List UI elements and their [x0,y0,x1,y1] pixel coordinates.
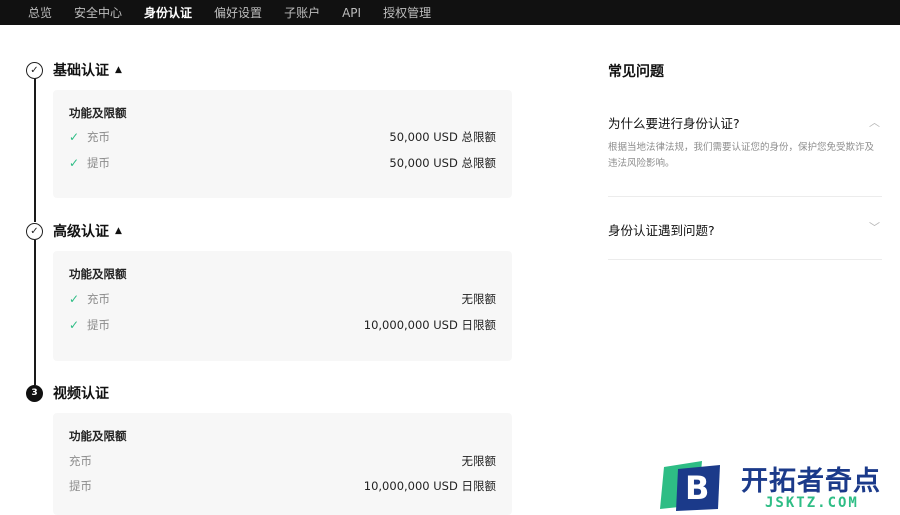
limit-value: 无限额 [461,454,497,468]
card-title: 功能及限额 [69,106,127,120]
nav-item-identity[interactable]: 身份认证 [144,4,192,21]
logo-brand-text: 开拓者奇点 [741,466,881,497]
limits-card: 功能及限额 充币 无限额 提币 10,000,000 USD 日限额 [53,413,512,515]
chevron-down-icon[interactable]: ﹀ [869,219,880,235]
limit-label: 充币 [87,292,110,306]
limit-row-withdraw: 提币 10,000,000 USD 日限额 [69,478,496,494]
step-title: 视频认证 [53,386,109,402]
limit-row-withdraw: ✓ 提币 50,000 USD 总限额 [69,155,496,171]
faq-item-why-verify[interactable]: 为什么要进行身份认证? ︿ 根据当地法律法规，我们需要认证您的身份，保护您免受欺… [608,100,882,197]
logo-mark-letter: B [685,469,709,507]
step-video-header: 3 视频认证 [26,383,109,403]
step-basic-header: ✓ 基础认证 ▲ [26,60,122,80]
faq-answer-line: 违法风险影响。 [608,158,675,169]
limit-label: 充币 [87,130,110,144]
nav-item-preferences[interactable]: 偏好设置 [214,4,262,21]
faq-question[interactable]: 为什么要进行身份认证? [608,113,740,132]
logo-mark-icon: B [660,461,720,511]
top-nav: 总览 安全中心 身份认证 偏好设置 子账户 API 授权管理 [0,0,900,25]
limits-card: 功能及限额 ✓ 充币 50,000 USD 总限额 ✓ 提币 50,000 US… [53,90,512,198]
limit-value: 50,000 USD 总限额 [389,130,496,144]
limit-row-deposit: ✓ 充币 无限额 [69,291,496,307]
limit-label: 充币 [69,454,92,468]
step-title: 基础认证 [53,63,109,79]
check-icon: ✓ [69,156,80,170]
timeline-line [34,78,36,222]
step-complete-icon: ✓ [26,222,43,240]
faq-answer-line: 根据当地法律法规，我们需要认证您的身份，保护您免受欺诈及 [608,142,875,153]
caret-up-icon[interactable]: ▲ [115,65,122,75]
step-advanced-header: ✓ 高级认证 ▲ [26,221,122,241]
limit-label: 提币 [87,318,110,332]
check-icon: ✓ [69,292,80,306]
card-title: 功能及限额 [69,429,127,443]
timeline-line [34,240,36,385]
limit-value: 10,000,000 USD 日限额 [363,479,496,493]
nav-item-overview[interactable]: 总览 [28,4,52,21]
step-complete-icon: ✓ [26,61,43,79]
check-icon: ✓ [69,130,80,144]
logo-domain-text: JSKTZ.COM [765,495,859,511]
limit-row-withdraw: ✓ 提币 10,000,000 USD 日限额 [69,317,496,333]
limit-row-deposit: 充币 无限额 [69,453,496,469]
limit-value: 10,000,000 USD 日限额 [363,318,496,332]
limits-card: 功能及限额 ✓ 充币 无限额 ✓ 提币 10,000,000 USD 日限额 [53,251,512,361]
caret-up-icon[interactable]: ▲ [115,226,122,236]
limit-row-deposit: ✓ 充币 50,000 USD 总限额 [69,129,496,145]
card-title: 功能及限额 [69,267,127,281]
nav-item-api[interactable]: API [342,6,361,20]
chevron-up-icon[interactable]: ︿ [869,114,880,130]
check-icon: ✓ [69,318,80,332]
watermark-logo: B 开拓者奇点 JSKTZ.COM [655,455,895,515]
faq-answer: 根据当地法律法规，我们需要认证您的身份，保护您免受欺诈及 违法风险影响。 [608,140,882,172]
faq-item-problems[interactable]: 身份认证遇到问题? ﹀ [608,197,882,260]
nav-item-security[interactable]: 安全中心 [74,4,122,21]
faq-heading: 常见问题 [608,64,664,80]
nav-item-authorization[interactable]: 授权管理 [383,4,431,21]
nav-item-subaccount[interactable]: 子账户 [284,4,320,21]
step-title: 高级认证 [53,224,109,240]
limit-value: 50,000 USD 总限额 [389,156,496,170]
limit-label: 提币 [69,479,92,493]
faq-question[interactable]: 身份认证遇到问题? [608,220,715,239]
limit-value: 无限额 [461,292,497,306]
step-number-icon: 3 [26,384,43,402]
limit-label: 提币 [87,156,110,170]
